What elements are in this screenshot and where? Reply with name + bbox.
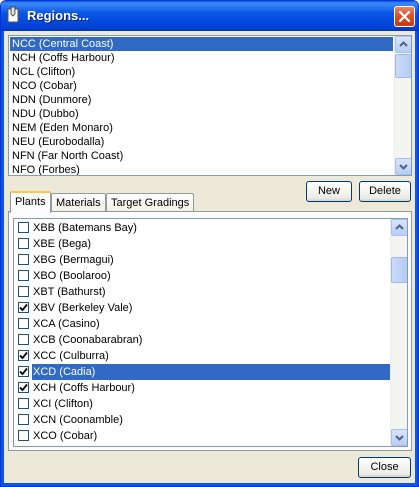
- tab-target-gradings[interactable]: Target Gradings: [106, 193, 195, 213]
- plant-list-item[interactable]: XBT (Bathurst): [15, 284, 390, 300]
- plant-list-item[interactable]: XCC (Culburra): [15, 348, 390, 364]
- plant-checkbox[interactable]: [18, 222, 29, 233]
- plants-tab-panel: XBB (Batemans Bay) XBE (Bega) XBG (Bermagu…: [8, 211, 412, 451]
- plant-checkbox[interactable]: [18, 302, 29, 313]
- plant-checkbox[interactable]: [18, 414, 29, 425]
- plant-label: XCD (Cadia): [32, 364, 390, 380]
- plant-list-item[interactable]: XCI (Clifton): [15, 396, 390, 412]
- regions-dialog: Regions... NCC (Central Coast) NCH (Coffs…: [0, 0, 419, 487]
- plant-label: XBV (Berkeley Vale): [33, 302, 133, 314]
- plant-checkbox[interactable]: [18, 398, 29, 409]
- close-icon: [398, 10, 411, 23]
- region-list-item[interactable]: NCC (Central Coast): [10, 37, 393, 51]
- region-list-scrollbar[interactable]: [394, 36, 411, 175]
- plant-checkbox[interactable]: [18, 350, 29, 361]
- plant-label: XCC (Culburra): [33, 350, 109, 362]
- window-title: Regions...: [27, 8, 90, 23]
- tab-materials[interactable]: Materials: [51, 193, 106, 213]
- close-button[interactable]: Close: [358, 457, 411, 478]
- region-list-item[interactable]: NEU (Eurobodalla): [10, 135, 393, 149]
- region-list-item[interactable]: NDN (Dunmore): [10, 93, 393, 107]
- plant-label: XCA (Casino): [33, 318, 100, 330]
- tab-plants[interactable]: Plants: [10, 191, 51, 213]
- delete-button[interactable]: Delete: [359, 181, 411, 202]
- plant-label: XBE (Bega): [33, 238, 92, 250]
- region-list-item[interactable]: NEM (Eden Monaro): [10, 121, 393, 135]
- region-list-item[interactable]: NCL (Clifton): [10, 65, 393, 79]
- plant-list-item[interactable]: XBE (Bega): [15, 236, 390, 252]
- plant-list-item[interactable]: XBV (Berkeley Vale): [15, 300, 390, 316]
- plant-checkbox[interactable]: [18, 238, 29, 249]
- plant-checklist[interactable]: XBB (Batemans Bay) XBE (Bega) XBG (Bermagu…: [13, 218, 408, 447]
- plant-list-scrollbar[interactable]: [390, 219, 407, 446]
- scroll-down-button[interactable]: [395, 158, 411, 175]
- plant-label: XCB (Coonabarabran): [33, 334, 143, 346]
- scroll-up-button[interactable]: [395, 36, 411, 53]
- plant-list-item[interactable]: XCN (Coonamble): [15, 412, 390, 428]
- plant-list-item[interactable]: XCA (Casino): [15, 316, 390, 332]
- chevron-up-icon: [395, 224, 404, 230]
- plant-label: XBT (Bathurst): [33, 286, 106, 298]
- plant-list-item[interactable]: XCD (Cadia): [15, 364, 390, 380]
- plant-checkbox[interactable]: [18, 286, 29, 297]
- plant-checkbox[interactable]: [18, 430, 29, 441]
- scroll-thumb[interactable]: [391, 257, 407, 283]
- plant-label: XBO (Boolaroo): [33, 270, 111, 282]
- window-frame-bottom: [1, 483, 418, 486]
- region-list-item[interactable]: NFN (Far North Coast): [10, 149, 393, 163]
- region-listbox[interactable]: NCC (Central Coast) NCH (Coffs Harbour) NC…: [8, 35, 412, 176]
- plant-checkbox[interactable]: [18, 270, 29, 281]
- plant-label: XCO (Cobar): [33, 430, 98, 442]
- window-close-button[interactable]: [394, 6, 415, 27]
- plant-label: XBB (Batemans Bay): [33, 222, 137, 234]
- plant-label: XCN (Coonamble): [33, 414, 123, 426]
- checkmark-icon: [19, 383, 28, 392]
- plant-label: XBG (Bermagui): [33, 254, 114, 266]
- chevron-up-icon: [399, 41, 408, 47]
- checkmark-icon: [19, 367, 28, 376]
- plant-list-item[interactable]: XBO (Boolaroo): [15, 268, 390, 284]
- window-frame-left: [1, 31, 4, 486]
- plant-list-item[interactable]: XBG (Bermagui): [15, 252, 390, 268]
- plant-list-item[interactable]: XCH (Coffs Harbour): [15, 380, 390, 396]
- new-button[interactable]: New: [306, 181, 352, 202]
- region-list-item[interactable]: NDU (Dubbo): [10, 107, 393, 121]
- plant-checkbox[interactable]: [18, 334, 29, 345]
- region-list-item[interactable]: NFO (Forbes): [10, 163, 393, 175]
- plant-list-item[interactable]: XCB (Coonabarabran): [15, 332, 390, 348]
- title-bar[interactable]: Regions...: [1, 1, 418, 31]
- plant-list-item[interactable]: XCO (Cobar): [15, 428, 390, 444]
- plant-checkbox[interactable]: [18, 382, 29, 393]
- checkmark-icon: [19, 351, 28, 360]
- chevron-down-icon: [399, 164, 408, 170]
- plant-label: XCH (Coffs Harbour): [33, 382, 135, 394]
- plant-list-item[interactable]: XBB (Batemans Bay): [15, 220, 390, 236]
- region-list-item[interactable]: NCO (Cobar): [10, 79, 393, 93]
- plant-checkbox[interactable]: [18, 318, 29, 329]
- window-frame-right: [415, 31, 418, 486]
- scroll-down-button[interactable]: [391, 429, 407, 446]
- region-list-item[interactable]: NCH (Coffs Harbour): [10, 51, 393, 65]
- scroll-up-button[interactable]: [391, 219, 407, 236]
- checkmark-icon: [19, 303, 28, 312]
- document-pencil-icon: [7, 6, 19, 23]
- plant-checkbox[interactable]: [18, 254, 29, 265]
- plant-checkbox[interactable]: [18, 366, 29, 377]
- plant-label: XCI (Clifton): [33, 398, 93, 410]
- chevron-down-icon: [395, 435, 404, 441]
- scroll-thumb[interactable]: [395, 54, 411, 78]
